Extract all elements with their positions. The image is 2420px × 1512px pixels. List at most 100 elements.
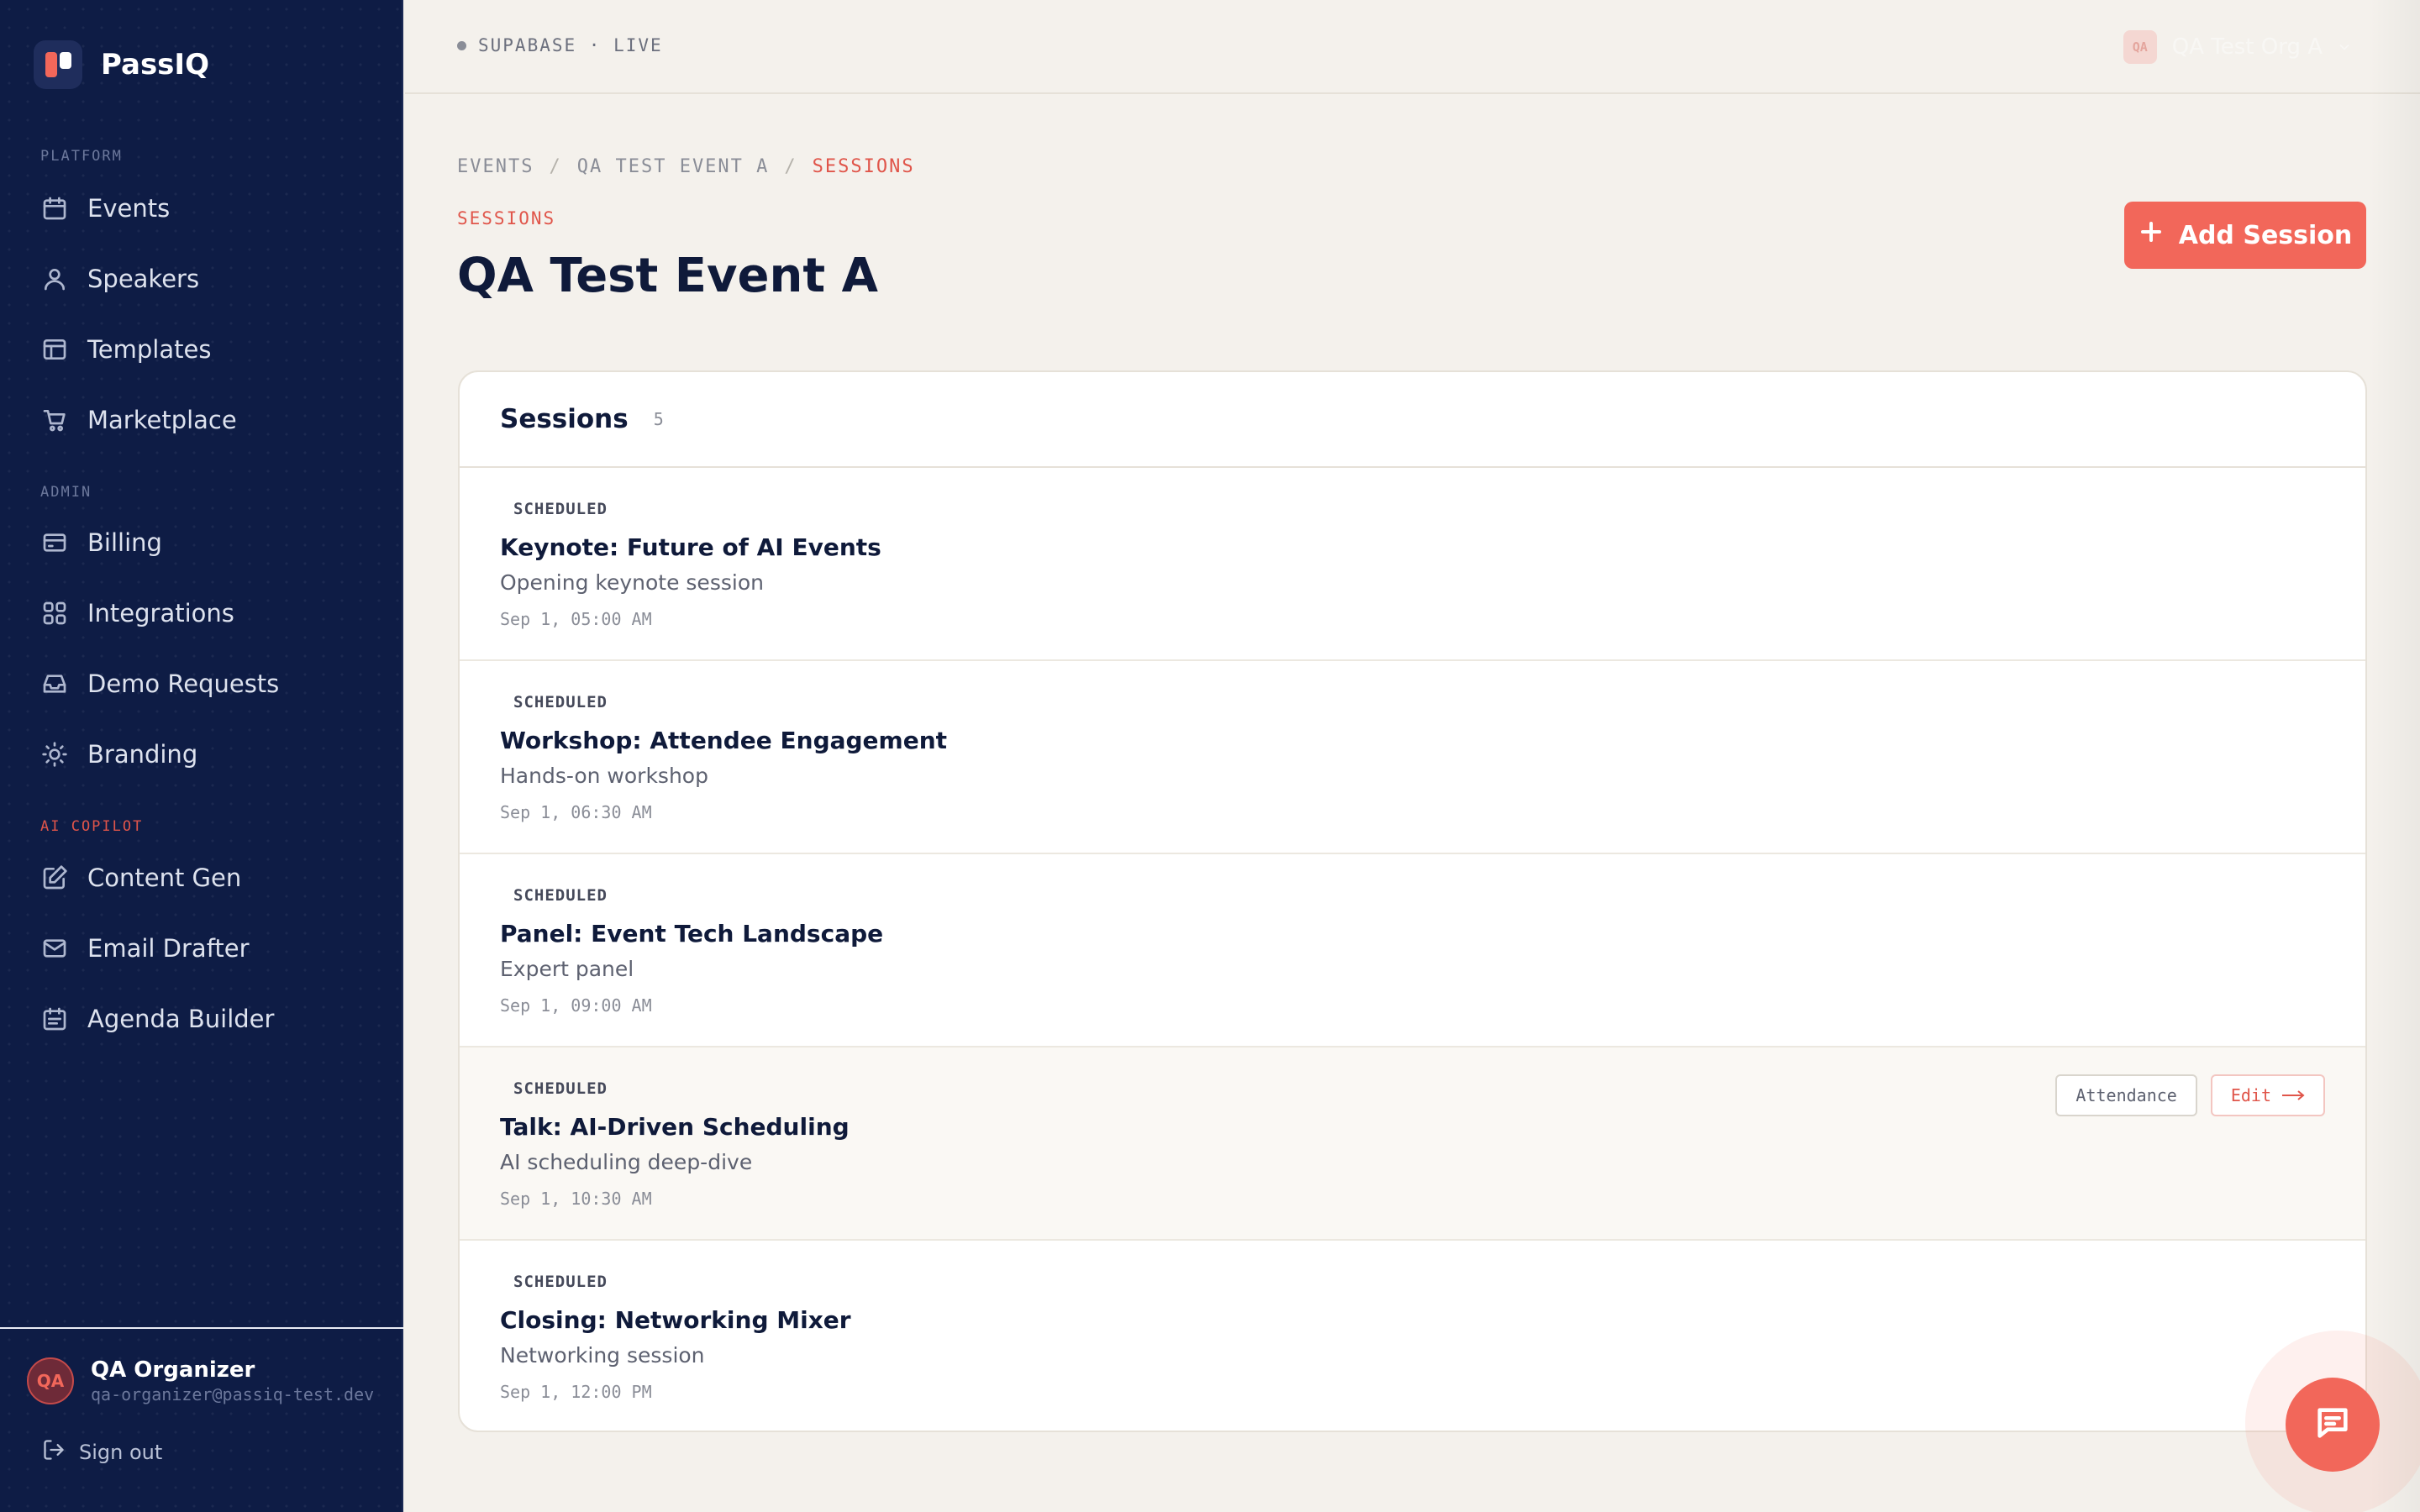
sidebar-item-billing[interactable]: Billing <box>40 519 376 566</box>
sidebar-item-label: Billing <box>87 528 162 557</box>
sign-out-icon <box>42 1438 79 1467</box>
session-row[interactable]: SCHEDULED Closing: Networking Mixer Netw… <box>460 1241 2365 1431</box>
status-dot-icon <box>457 40 466 50</box>
session-title[interactable]: Workshop: Attendee Engagement <box>500 727 947 754</box>
sidebar-item-label: Agenda Builder <box>87 1005 275 1033</box>
breadcrumb-current: SESSIONS <box>812 156 915 177</box>
session-description: Opening keynote session <box>500 570 764 595</box>
org-badge: QA <box>2123 30 2157 64</box>
session-row[interactable]: SCHEDULED Keynote: Future of AI Events O… <box>460 468 2365 661</box>
sidebar-item-branding[interactable]: Branding <box>40 731 376 778</box>
chevron-down-icon <box>2336 39 2353 55</box>
session-row[interactable]: SCHEDULED Workshop: Attendee Engagement … <box>460 661 2365 854</box>
sidebar-item-label: Integrations <box>87 599 234 627</box>
sidebar-footer: QA QA Organizer qa-organizer@passiq-test… <box>0 1327 403 1512</box>
session-description: Networking session <box>500 1343 705 1368</box>
session-title[interactable]: Keynote: Future of AI Events <box>500 533 881 561</box>
session-title[interactable]: Talk: AI-Driven Scheduling <box>500 1113 850 1141</box>
avatar[interactable]: QA <box>27 1357 74 1404</box>
sidebar-item-integrations[interactable]: Integrations <box>40 590 376 637</box>
sessions-count: 5 <box>653 409 664 429</box>
inbox-icon <box>40 669 69 698</box>
session-description: Hands-on workshop <box>500 764 708 788</box>
session-time: Sep 1, 09:00 AM <box>500 995 652 1016</box>
sidebar-item-label: Email Drafter <box>87 934 250 963</box>
sidebar: PassIQ PLATFORM Events Speakers Template… <box>0 0 403 1512</box>
status-badge: SCHEDULED <box>513 693 608 711</box>
session-title[interactable]: Closing: Networking Mixer <box>500 1306 851 1334</box>
chat-icon <box>2313 1404 2352 1446</box>
nav-section-admin: ADMIN <box>40 484 92 501</box>
org-switcher[interactable]: QA QA Test Org A <box>2123 30 2353 64</box>
page-eyebrow: SESSIONS <box>457 208 556 228</box>
brand[interactable]: PassIQ <box>34 40 209 89</box>
mail-icon <box>40 934 69 963</box>
arrow-right-icon <box>2271 1085 2305 1105</box>
breadcrumb-event[interactable]: QA TEST EVENT A <box>577 156 770 177</box>
status-text: SUPABASE · LIVE <box>478 35 663 55</box>
sidebar-item-content-gen[interactable]: Content Gen <box>40 854 376 901</box>
breadcrumb-separator: / <box>784 156 797 177</box>
sidebar-item-events[interactable]: Events <box>40 185 376 232</box>
edge-shadow <box>2370 0 2420 1512</box>
status-badge: SCHEDULED <box>513 886 608 905</box>
add-session-label: Add Session <box>2178 220 2353 250</box>
sidebar-item-label: Content Gen <box>87 864 242 892</box>
credit-card-icon <box>40 528 69 557</box>
session-row[interactable]: SCHEDULED Talk: AI-Driven Scheduling AI … <box>460 1047 2365 1241</box>
plus-icon <box>2139 219 2179 251</box>
row-actions: Attendance Edit <box>2055 1074 2325 1116</box>
nav-section-platform: PLATFORM <box>40 148 123 165</box>
sessions-card-title: Sessions <box>500 404 629 434</box>
sidebar-item-label: Marketplace <box>87 406 237 434</box>
sun-icon <box>40 740 69 769</box>
sidebar-item-label: Branding <box>87 740 198 769</box>
sidebar-item-marketplace[interactable]: Marketplace <box>40 396 376 444</box>
sidebar-item-speakers[interactable]: Speakers <box>40 255 376 302</box>
topbar: SUPABASE · LIVE QA QA Test Org A <box>405 0 2420 94</box>
cart-icon <box>40 406 69 434</box>
session-row[interactable]: SCHEDULED Panel: Event Tech Landscape Ex… <box>460 854 2365 1047</box>
attendance-button[interactable]: Attendance <box>2055 1074 2197 1116</box>
breadcrumb-separator: / <box>549 156 562 177</box>
passiq-logo-icon <box>34 40 82 89</box>
status-badge: SCHEDULED <box>513 500 608 518</box>
edit-button[interactable]: Edit <box>2210 1074 2325 1116</box>
sidebar-item-label: Templates <box>87 335 212 364</box>
sidebar-item-label: Speakers <box>87 265 200 293</box>
calendar-list-icon <box>40 1005 69 1033</box>
sidebar-item-email-drafter[interactable]: Email Drafter <box>40 925 376 972</box>
session-time: Sep 1, 05:00 AM <box>500 609 652 629</box>
status-badge: SCHEDULED <box>513 1079 608 1098</box>
edit-icon <box>40 864 69 892</box>
calendar-icon <box>40 194 69 223</box>
session-time: Sep 1, 06:30 AM <box>500 802 652 822</box>
user-name: QA Organizer <box>91 1357 255 1383</box>
nav-section-ai-copilot: AI COPILOT <box>40 818 144 835</box>
sidebar-item-agenda-builder[interactable]: Agenda Builder <box>40 995 376 1042</box>
sessions-card: Sessions 5 SCHEDULED Keynote: Future of … <box>458 370 2367 1432</box>
sidebar-item-label: Events <box>87 194 171 223</box>
chat-button[interactable] <box>2286 1378 2380 1472</box>
session-description: AI scheduling deep-dive <box>500 1150 753 1174</box>
sidebar-item-label: Demo Requests <box>87 669 280 698</box>
org-name: QA Test Org A <box>2171 34 2323 60</box>
session-time: Sep 1, 10:30 AM <box>500 1189 652 1209</box>
layout-icon <box>40 335 69 364</box>
app-name: PassIQ <box>101 48 209 81</box>
breadcrumb-events[interactable]: EVENTS <box>457 156 534 177</box>
sidebar-item-templates[interactable]: Templates <box>40 326 376 373</box>
user-icon <box>40 265 69 293</box>
session-title[interactable]: Panel: Event Tech Landscape <box>500 920 883 948</box>
session-time: Sep 1, 12:00 PM <box>500 1382 652 1402</box>
add-session-button[interactable]: Add Session <box>2124 202 2366 269</box>
grid-icon <box>40 599 69 627</box>
breadcrumb: EVENTS / QA TEST EVENT A / SESSIONS <box>457 156 915 177</box>
sidebar-item-demo-requests[interactable]: Demo Requests <box>40 660 376 707</box>
page-title: QA Test Event A <box>457 249 878 303</box>
user-email: qa-organizer@passiq-test.dev <box>91 1384 375 1404</box>
sign-out-label: Sign out <box>79 1441 163 1464</box>
session-description: Expert panel <box>500 957 634 981</box>
connection-status: SUPABASE · LIVE <box>457 35 663 55</box>
sign-out-button[interactable]: Sign out <box>42 1438 162 1467</box>
